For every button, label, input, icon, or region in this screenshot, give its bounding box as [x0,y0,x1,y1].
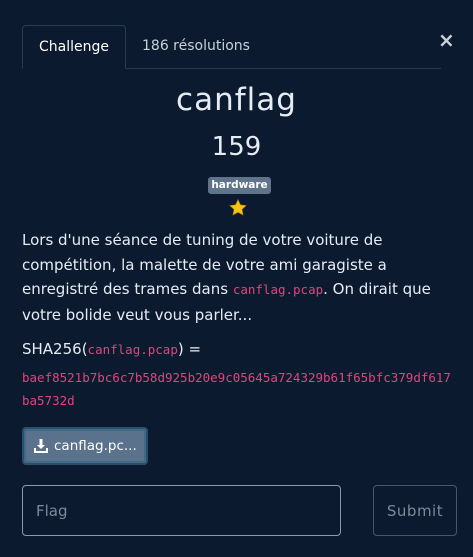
inline-code-filename: canflag.pcap [232,282,324,297]
hash-suffix: ) = [177,340,202,358]
flag-input[interactable] [22,485,341,536]
tab-solves[interactable]: 186 résolutions [142,25,250,68]
tab-bar: Challenge 186 résolutions [22,25,441,69]
download-file-button[interactable]: canflag.pc... [22,427,148,465]
submit-button[interactable]: Submit [373,485,457,536]
hash-value: baef8521b7bc6c7b58d925b20e9c05645a724329… [22,370,451,408]
challenge-modal: Challenge 186 résolutions × canflag 159 … [0,0,473,557]
hash-label: SHA256(canflag.pcap) = [22,340,201,358]
download-label: canflag.pc... [54,438,137,454]
challenge-title: canflag [176,82,297,118]
close-icon[interactable]: × [438,28,455,52]
challenge-description: Lors d'une séance de tuning de votre voi… [22,228,458,327]
category-badge: hardware [208,177,271,194]
challenge-points: 159 [211,132,262,162]
star-icon [229,199,247,216]
hash-prefix: SHA256( [22,340,88,358]
tab-challenge[interactable]: Challenge [22,25,126,69]
download-icon [34,439,48,453]
hash-filename: canflag.pcap [87,342,178,357]
